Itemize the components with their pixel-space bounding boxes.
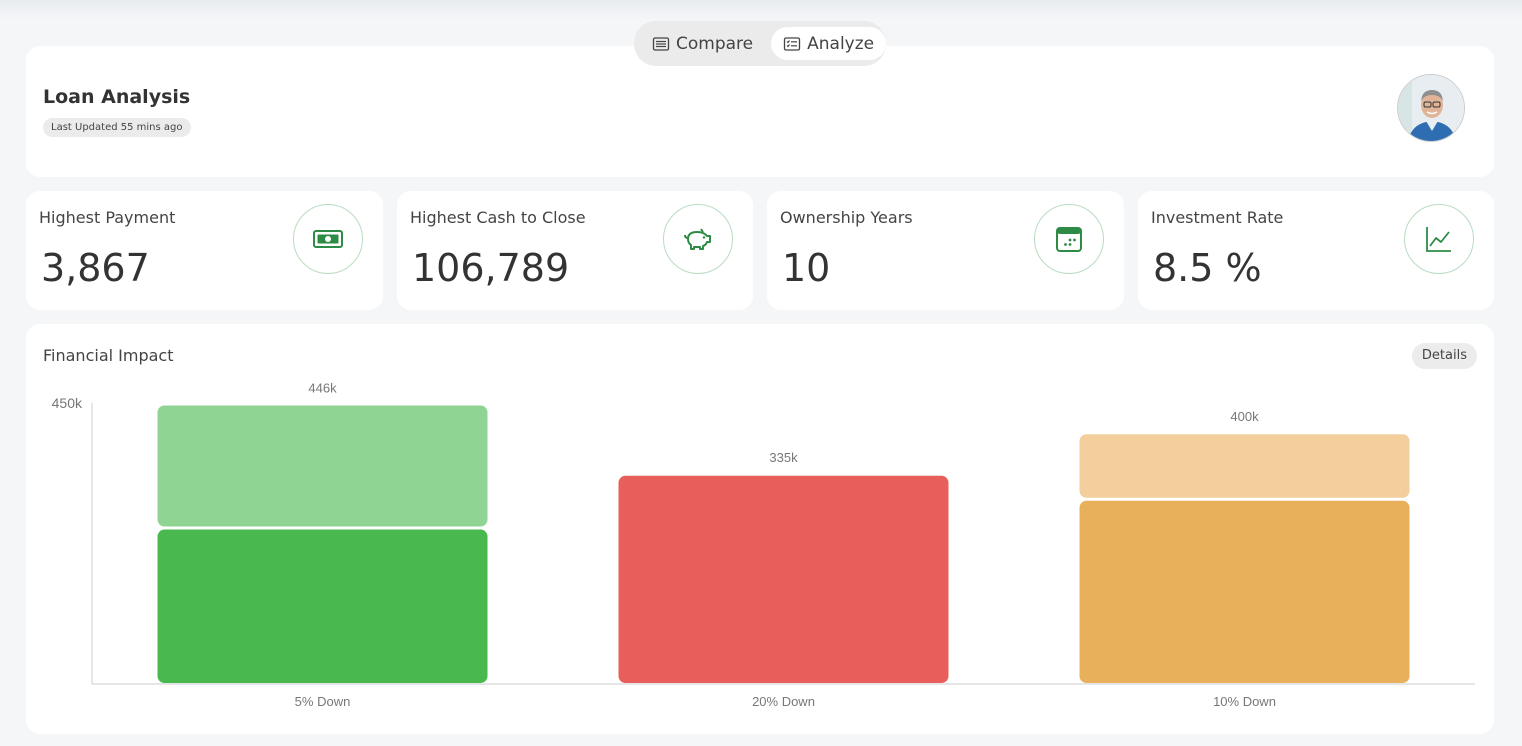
tab-compare-label: Compare — [676, 33, 754, 54]
stat-icon-circle — [1404, 204, 1474, 274]
x-tick-label: 5% Down — [295, 694, 351, 709]
bar-segment-bottom — [1079, 500, 1410, 683]
x-tick-label: 20% Down — [752, 694, 815, 709]
stat-value: 10 — [782, 246, 831, 290]
bar-segment-top — [157, 405, 488, 527]
line-chart-icon — [1426, 227, 1451, 252]
stat-value: 8.5 % — [1153, 246, 1262, 290]
stat-card-highest-payment: Highest Payment 3,867 — [26, 191, 383, 310]
bar-segment-top — [1079, 434, 1410, 498]
stat-icon-circle — [293, 204, 363, 274]
stat-label: Highest Cash to Close — [410, 208, 586, 227]
last-updated-badge: Last Updated 55 mins ago — [43, 118, 191, 137]
financial-impact-chart: 450k 446k 5% Down 335k 20% Down 400k 10% Down — [52, 380, 1475, 709]
calendar-icon — [1056, 227, 1082, 252]
bar-total-label: 446k — [308, 380, 337, 395]
checklist-icon — [783, 36, 801, 51]
cash-icon — [313, 230, 343, 248]
stat-value: 106,789 — [412, 246, 570, 290]
stat-label: Investment Rate — [1151, 208, 1284, 227]
stat-card-investment-rate: Investment Rate 8.5 % — [1138, 191, 1494, 310]
bar-segment-bottom — [618, 475, 949, 683]
bar-segment-bottom — [157, 529, 488, 683]
tab-analyze[interactable]: Analyze — [771, 27, 887, 60]
list-icon — [652, 36, 670, 51]
stat-icon-circle — [1034, 204, 1104, 274]
x-tick-label: 10% Down — [1213, 694, 1276, 709]
tab-analyze-label: Analyze — [807, 33, 875, 54]
page-title: Loan Analysis — [43, 86, 191, 108]
user-photo-icon — [1398, 75, 1464, 141]
stat-label: Highest Payment — [39, 208, 176, 227]
bar-total-label: 335k — [769, 450, 798, 465]
bar-total-label: 400k — [1230, 409, 1259, 424]
top-shade — [0, 0, 1522, 20]
stat-card-ownership-years: Ownership Years 10 — [767, 191, 1124, 310]
financial-impact-card: Financial Impact Details 450k 446k 5% Down… — [26, 324, 1494, 734]
y-tick-label: 450k — [52, 395, 83, 411]
stat-card-highest-cash-to-close: Highest Cash to Close 106,789 — [397, 191, 753, 310]
stat-label: Ownership Years — [780, 208, 913, 227]
avatar[interactable] — [1397, 74, 1465, 142]
stat-value: 3,867 — [41, 246, 150, 290]
stat-icon-circle — [663, 204, 733, 274]
tab-compare[interactable]: Compare — [640, 27, 765, 60]
view-tab-switcher: Compare Analyze — [634, 21, 887, 66]
piggy-bank-icon — [684, 228, 711, 250]
